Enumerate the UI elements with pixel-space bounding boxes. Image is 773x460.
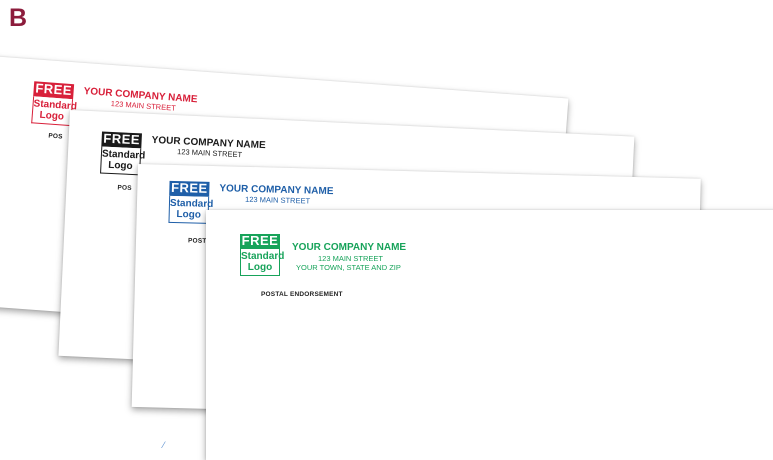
logo-free-label: FREE <box>240 233 280 249</box>
logo-line2: Logo <box>247 262 273 273</box>
street-address: 123 MAIN STREET <box>244 194 311 206</box>
postal-endorsement: POS <box>48 132 63 141</box>
logo-free-label: FREE <box>169 179 210 197</box>
free-standard-logo: FREE Standard Logo <box>240 233 284 276</box>
street-address: 123 MAIN STREET <box>318 254 384 263</box>
logo-standard-label: Standard Logo <box>240 249 284 276</box>
logo-standard-label: Standard Logo <box>168 195 213 224</box>
company-name: YOUR COMPANY NAME <box>292 242 407 253</box>
city-state-zip: YOUR TOWN, STATE AND ZIP <box>296 263 401 272</box>
logo-line2: Logo <box>176 209 202 221</box>
postal-endorsement: POST <box>187 237 207 245</box>
free-standard-logo: FREE Standard Logo <box>100 131 146 176</box>
street-address: 123 MAIN STREET <box>176 147 243 160</box>
postal-endorsement: POS <box>117 184 132 192</box>
logo-line2: Logo <box>107 159 133 173</box>
free-standard-logo: FREE Standard Logo <box>31 80 77 127</box>
logo-line1: Standard <box>241 251 285 262</box>
free-standard-logo: FREE Standard Logo <box>168 179 213 224</box>
logo-standard-label: Standard Logo <box>31 96 77 127</box>
panel-letter: B <box>9 4 28 32</box>
postal-endorsement: POSTAL ENDORSEMENT <box>261 291 343 298</box>
logo-line2: Logo <box>39 109 65 123</box>
logo-standard-label: Standard Logo <box>100 146 146 176</box>
envelope-green: FREE Standard Logo YOUR COMPANY NAME 123 … <box>206 210 773 460</box>
stray-mark: ⁄ <box>163 440 165 450</box>
